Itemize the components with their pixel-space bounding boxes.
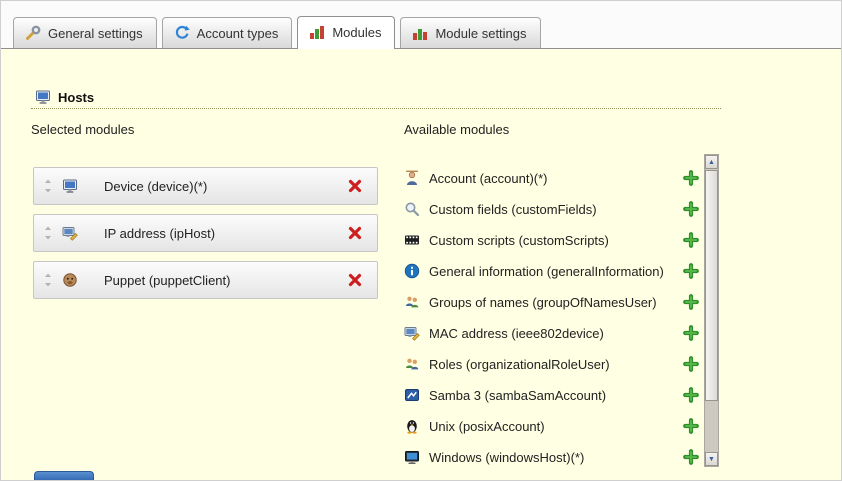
puppet-icon [62, 272, 78, 288]
delete-icon[interactable] [347, 225, 363, 241]
add-icon[interactable] [683, 356, 699, 372]
module-label: Groups of names (groupOfNamesUser) [429, 295, 657, 310]
module-label: Samba 3 (sambaSamAccount) [429, 388, 606, 403]
module-label: Account (account)(*) [429, 171, 548, 186]
module-label: Puppet (puppetClient) [104, 273, 230, 288]
module-label: IP address (ipHost) [104, 226, 215, 241]
wrench-icon [25, 25, 41, 41]
add-icon[interactable] [683, 201, 699, 217]
windows-icon [404, 449, 420, 465]
available-module-row-general-information: General information (generalInformation) [404, 260, 704, 282]
film-icon [404, 232, 420, 248]
tab-label: Modules [332, 25, 381, 40]
lam-configuration-page: General settings Account types Modules [0, 0, 842, 481]
available-module-row-windows: Windows (windowsHost)(*) [404, 446, 704, 468]
add-icon[interactable] [683, 232, 699, 248]
tab-label: Account types [197, 26, 279, 41]
module-settings-icon [412, 25, 428, 41]
magnifier-icon [404, 201, 420, 217]
add-icon[interactable] [683, 170, 699, 186]
available-module-row-groups-of-names: Groups of names (groupOfNamesUser) [404, 291, 704, 313]
mac-address-icon [404, 325, 420, 341]
selected-module-row-puppet[interactable]: Puppet (puppetClient) [33, 261, 378, 299]
available-module-row-account: Account (account)(*) [404, 167, 704, 189]
available-module-row-mac-address: MAC address (ieee802device) [404, 322, 704, 344]
computer-icon [35, 89, 51, 105]
scroll-up-arrow-icon[interactable]: ▲ [705, 155, 718, 169]
drag-handle-icon[interactable] [42, 273, 54, 287]
tab-label: General settings [48, 26, 143, 41]
tab-label: Module settings [435, 26, 526, 41]
module-label: Custom scripts (customScripts) [429, 233, 609, 248]
tab-modules[interactable]: Modules [297, 16, 395, 49]
sync-icon [174, 25, 190, 41]
available-module-row-custom-fields: Custom fields (customFields) [404, 198, 704, 220]
module-label: Windows (windowsHost)(*) [429, 450, 584, 465]
info-icon [404, 263, 420, 279]
selected-module-row-device[interactable]: Device (device)(*) [33, 167, 378, 205]
available-modules-scrollbar[interactable]: ▲ ▼ [704, 154, 719, 467]
available-modules-heading: Available modules [404, 122, 509, 137]
module-label: MAC address (ieee802device) [429, 326, 604, 341]
available-module-row-unix: Unix (posixAccount) [404, 415, 704, 437]
tab-account-types[interactable]: Account types [162, 17, 293, 48]
add-icon[interactable] [683, 387, 699, 403]
penguin-icon [404, 418, 420, 434]
module-label: General information (generalInformation) [429, 264, 664, 279]
add-icon[interactable] [683, 418, 699, 434]
section-title: Hosts [58, 90, 94, 105]
selected-modules-heading: Selected modules [31, 122, 134, 137]
drag-handle-icon[interactable] [42, 179, 54, 193]
roles-icon [404, 356, 420, 372]
selected-modules-list: Device (device)(*) IP [33, 167, 378, 299]
available-module-row-samba3: Samba 3 (sambaSamAccount) [404, 384, 704, 406]
tab-general-settings[interactable]: General settings [13, 17, 157, 48]
ip-address-icon [62, 225, 78, 241]
scrollbar-thumb[interactable] [705, 170, 718, 401]
group-icon [404, 294, 420, 310]
drag-handle-icon[interactable] [42, 226, 54, 240]
device-icon [62, 178, 78, 194]
add-icon[interactable] [683, 325, 699, 341]
add-icon[interactable] [683, 263, 699, 279]
available-modules-list: Account (account)(*) Custom fields (cust… [404, 167, 704, 468]
available-module-row-custom-scripts: Custom scripts (customScripts) [404, 229, 704, 251]
available-module-row-roles: Roles (organizationalRoleUser) [404, 353, 704, 375]
modules-icon [309, 24, 325, 40]
scroll-down-arrow-icon[interactable]: ▼ [705, 452, 718, 466]
module-label: Device (device)(*) [104, 179, 207, 194]
account-icon [404, 170, 420, 186]
add-icon[interactable] [683, 449, 699, 465]
samba-icon [404, 387, 420, 403]
save-button-partial[interactable] [34, 471, 94, 480]
tab-bar: General settings Account types Modules [1, 1, 841, 49]
module-label: Unix (posixAccount) [429, 419, 545, 434]
section-heading-hosts: Hosts [35, 89, 94, 105]
selected-module-row-ip-address[interactable]: IP address (ipHost) [33, 214, 378, 252]
tab-module-settings[interactable]: Module settings [400, 17, 540, 48]
module-label: Custom fields (customFields) [429, 202, 597, 217]
add-icon[interactable] [683, 294, 699, 310]
delete-icon[interactable] [347, 178, 363, 194]
delete-icon[interactable] [347, 272, 363, 288]
dotted-separator [31, 107, 721, 109]
module-label: Roles (organizationalRoleUser) [429, 357, 610, 372]
